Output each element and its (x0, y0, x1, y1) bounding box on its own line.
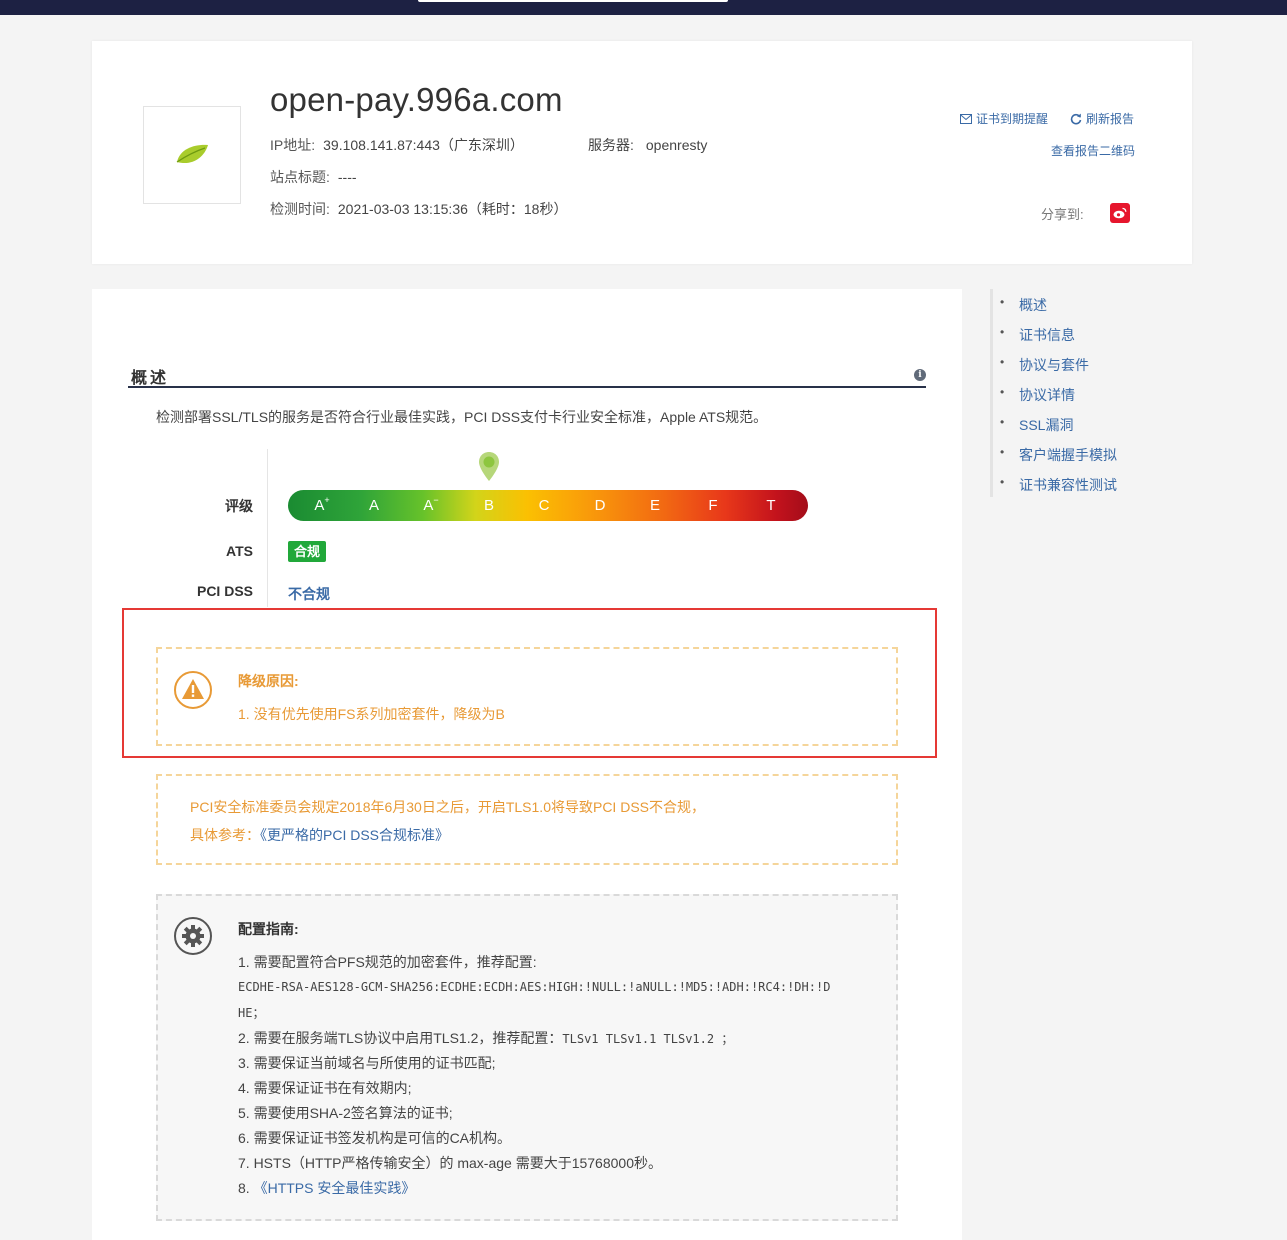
ats-label: ATS (226, 543, 253, 559)
info-icon[interactable]: i (914, 369, 926, 381)
pci-reference-label: 具体参考： (190, 827, 260, 843)
side-nav-protocols-suites[interactable]: 协议与套件 (1000, 355, 1089, 375)
site-header-card: open-pay.996a.com IP地址: 39.108.141.87:443… (92, 41, 1192, 264)
check-time-label: 检测时间: (270, 201, 330, 217)
grade-e: E (649, 497, 661, 514)
section-divider (128, 386, 926, 388)
current-grade-pin-icon (479, 452, 499, 481)
site-title-label: 站点标题: (270, 169, 330, 185)
guide-item-3: 3. 需要保证当前域名与所使用的证书匹配; (238, 1055, 496, 1071)
search-input[interactable] (418, 0, 728, 2)
side-nav-overview[interactable]: 概述 (1000, 295, 1047, 315)
server-row: 服务器: openresty (588, 135, 707, 155)
config-guide-box: 配置指南: 1. 需要配置符合PFS规范的加密套件，推荐配置: ECDHE-RS… (156, 894, 898, 1221)
overview-card: 概述 i 检测部署SSL/TLS的服务是否符合行业最佳实践，PCI DSS支付卡… (92, 289, 962, 1240)
guide-item-1-code: ECDHE-RSA-AES128-GCM-SHA256:ECDHE:ECDH:A… (238, 980, 831, 994)
grade-a: A (368, 497, 380, 514)
grade-d: D (594, 497, 606, 514)
check-time-value: 2021-03-03 13:15:36（耗时：18秒） (337, 201, 568, 217)
pci-notice-box: PCI安全标准委员会规定2018年6月30日之后，开启TLS1.0将导致PCI … (156, 774, 898, 865)
mail-icon (960, 113, 972, 124)
refresh-report-label: 刷新报告 (1086, 112, 1135, 126)
grade-a-minus: A− (423, 495, 439, 514)
pci-notice-text: PCI安全标准委员会规定2018年6月30日之后，开启TLS1.0将导致PCI … (190, 799, 705, 815)
share-label: 分享到: (1041, 207, 1084, 222)
pci-dss-label: PCI DSS (196, 583, 253, 599)
side-nav: 概述 证书信息 协议与套件 协议详情 SSL漏洞 客户端握手模拟 证书兼容性测试 (990, 289, 1170, 497)
grade-f: F (708, 497, 718, 514)
grade-c: C (538, 497, 550, 514)
warning-icon (174, 671, 212, 709)
ip-value: 39.108.141.87:443（广东深圳） (323, 137, 524, 153)
guide-item-5: 5. 需要使用SHA-2签名算法的证书; (238, 1105, 453, 1121)
site-title-row: 站点标题: ---- (270, 167, 357, 187)
https-best-practice-link[interactable]: 《HTTPS 安全最佳实践》 (254, 1180, 416, 1196)
ip-row: IP地址: 39.108.141.87:443（广东深圳） (270, 135, 524, 155)
grade-scale-bar: A+ A A− B C D E F T (288, 490, 808, 521)
check-time-row: 检测时间: 2021-03-03 13:15:36（耗时：18秒） (270, 199, 567, 219)
label-divider (267, 449, 268, 607)
ats-status-badge: 合规 (288, 541, 327, 562)
top-navbar (0, 0, 1287, 15)
downgrade-reason-box: 降级原因: 1. 没有优先使用FS系列加密套件，降级为B (156, 647, 898, 746)
leaf-logo-icon (176, 144, 208, 164)
guide-item-8: 8. 《HTTPS 安全最佳实践》 (238, 1180, 416, 1196)
side-nav-ssl-vulns[interactable]: SSL漏洞 (1000, 415, 1074, 435)
cert-expiry-alert-label: 证书到期提醒 (976, 112, 1049, 126)
downgrade-title: 降级原因: (238, 673, 299, 689)
guide-title: 配置指南: (238, 921, 299, 937)
server-value: openresty (645, 137, 708, 153)
grade-t: T (766, 497, 776, 514)
side-nav-client-handshake[interactable]: 客户端握手模拟 (1000, 445, 1117, 465)
side-nav-cert-compat[interactable]: 证书兼容性测试 (1000, 475, 1117, 495)
side-nav-cert-info[interactable]: 证书信息 (1000, 325, 1075, 345)
report-qrcode-link[interactable]: 查看报告二维码 (1051, 142, 1135, 159)
domain-title: open-pay.996a.com (270, 81, 563, 118)
guide-item-7: 7. HSTS（HTTP严格传输安全）的 max-age 需要大于1576800… (238, 1155, 662, 1171)
pci-reference-link[interactable]: 《更严格的PCI DSS合规标准》 (260, 827, 449, 843)
section-title: 概述 (131, 370, 170, 387)
guide-item-4: 4. 需要保证证书在有效期内; (238, 1080, 412, 1096)
pci-reference-row: 具体参考：《更严格的PCI DSS合规标准》 (190, 825, 449, 845)
side-nav-protocol-details[interactable]: 协议详情 (1000, 385, 1075, 405)
site-logo (143, 106, 241, 204)
weibo-icon[interactable] (1110, 203, 1130, 223)
server-label: 服务器: (588, 137, 634, 153)
guide-item-1: 1. 需要配置符合PFS规范的加密套件，推荐配置: (238, 954, 537, 970)
rating-label: 评级 (225, 498, 253, 514)
site-title-value: ---- (337, 169, 357, 185)
cert-expiry-alert-link[interactable]: 证书到期提醒 (960, 110, 1048, 127)
refresh-report-link[interactable]: 刷新报告 (1070, 110, 1134, 127)
guide-item-1-code-cont: HE； (238, 1006, 265, 1020)
guide-item-2-code: TLSv1 TLSv1.1 TLSv1.2 ； (562, 1032, 734, 1046)
guide-item-2: 2. 需要在服务端TLS协议中启用TLS1.2，推荐配置：TLSv1 TLSv1… (238, 1030, 734, 1046)
refresh-icon (1070, 113, 1082, 124)
downgrade-reason: 1. 没有优先使用FS系列加密套件，降级为B (238, 706, 505, 722)
grade-b: B (483, 497, 495, 514)
ip-label: IP地址: (270, 137, 316, 153)
grade-a-plus: A+ (314, 495, 330, 514)
pci-dss-status-link[interactable]: 不合规 (288, 584, 330, 604)
gear-icon (174, 917, 212, 955)
guide-item-6: 6. 需要保证证书签发机构是可信的CA机构。 (238, 1130, 512, 1146)
guide-list: 1. 需要配置符合PFS规范的加密套件，推荐配置: ECDHE-RSA-AES1… (238, 950, 878, 1201)
section-description: 检测部署SSL/TLS的服务是否符合行业最佳实践，PCI DSS支付卡行业安全标… (156, 409, 768, 425)
